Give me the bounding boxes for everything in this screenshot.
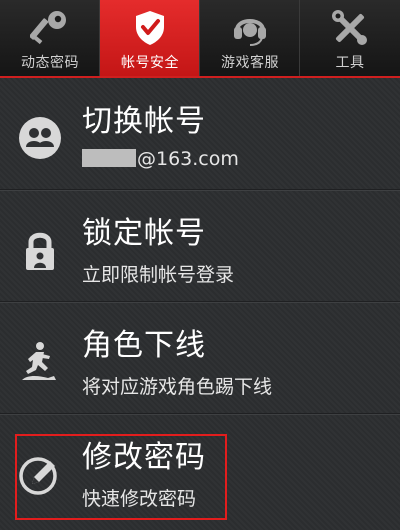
masked-username [82, 149, 136, 167]
running-figure-icon [22, 342, 56, 380]
item-subtitle: 将对应游戏角色踢下线 [82, 376, 273, 398]
app-screen: 动态密码 帐号安全 游戏客服 工具 切换帐号 @163.com 锁定帐号 立即限… [0, 0, 400, 530]
tab-label: 帐号安全 [121, 55, 179, 71]
tab-account-security[interactable]: 帐号安全 [100, 0, 200, 76]
users-icon [19, 117, 61, 159]
item-subtitle: 立即限制帐号登录 [82, 264, 235, 286]
tab-tools[interactable]: 工具 [300, 0, 400, 76]
list-item-kick-role[interactable]: 角色下线 将对应游戏角色踢下线 [0, 302, 400, 414]
tools-icon [332, 10, 367, 45]
item-title: 角色下线 [82, 328, 206, 363]
key-icon [30, 11, 66, 45]
lock-icon [26, 232, 54, 270]
tab-label: 游戏客服 [221, 55, 279, 71]
list-item-switch-account[interactable]: 切换帐号 @163.com [0, 78, 400, 190]
top-tab-bar: 动态密码 帐号安全 游戏客服 工具 [0, 0, 400, 78]
pencil-icon [19, 457, 57, 495]
list-item-lock-account[interactable]: 锁定帐号 立即限制帐号登录 [0, 190, 400, 302]
item-title: 切换帐号 [82, 104, 206, 139]
item-subtitle: 快速修改密码 [82, 488, 197, 510]
shield-check-icon [136, 11, 164, 45]
headset-icon [234, 19, 266, 46]
tab-label: 动态密码 [21, 55, 79, 71]
list-item-change-password[interactable]: 修改密码 快速修改密码 [0, 414, 400, 526]
tab-dynamic-password[interactable]: 动态密码 [0, 0, 100, 76]
account-email: @163.com [82, 148, 239, 170]
item-title: 修改密码 [82, 440, 206, 475]
account-security-list: 切换帐号 @163.com 锁定帐号 立即限制帐号登录 角色下线 将对应游戏角色… [0, 78, 400, 530]
tab-label: 工具 [335, 55, 365, 71]
email-domain: @163.com [137, 148, 239, 170]
tab-game-service[interactable]: 游戏客服 [200, 0, 300, 76]
item-title: 锁定帐号 [82, 216, 206, 251]
